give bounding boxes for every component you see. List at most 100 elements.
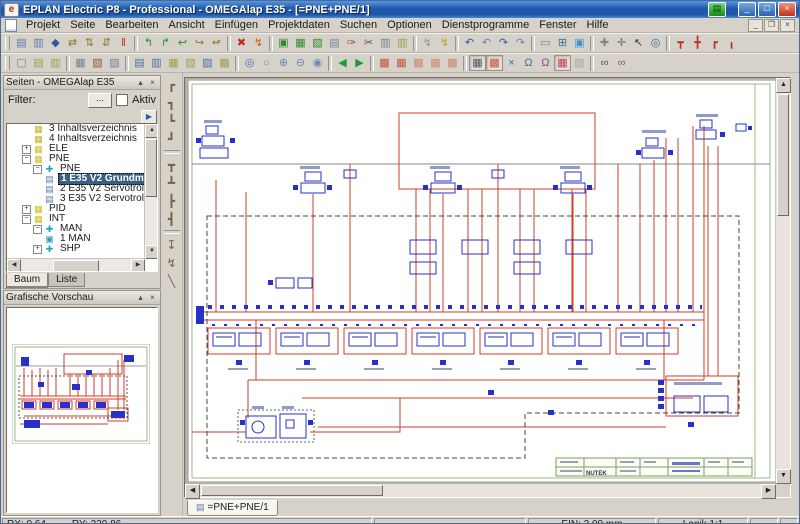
new-window-icon[interactable]: ▣ [275,35,292,51]
angle-snap-icon[interactable]: ◎ [647,35,664,51]
next-page-icon[interactable]: ↪ [191,35,208,51]
connection-stub-icon[interactable]: ╻ [723,35,740,51]
sheet-tab-active[interactable]: ▤ =PNE+PNE/1 [187,500,278,516]
close-icon[interactable]: × [147,78,158,88]
preview-panel-header[interactable]: Grafische Vorschau ▴ × [4,291,160,305]
coordinate-input-icon[interactable]: ✚ [596,35,613,51]
grid-size-1-icon[interactable]: ▩ [376,55,393,71]
jump-back-icon[interactable]: ↰ [140,35,157,51]
find-icon[interactable]: ∞ [596,55,613,71]
canvas-vertical-scrollbar[interactable]: ▲ ▼ [776,78,791,484]
apply-filter-button[interactable]: ▶ [141,110,157,124]
pin-icon[interactable]: ▴ [135,78,146,88]
menu-projektdaten[interactable]: Projektdaten [263,19,335,32]
t-node-up-icon[interactable]: ┻ [162,174,181,192]
insert-symbol-icon[interactable]: ▢ [13,55,30,71]
pages-panel-header[interactable]: Seiten - OMEGAlap E35 ▴ × [4,76,160,90]
menu-ansicht[interactable]: Ansicht [164,19,210,32]
toolbar-grip[interactable] [5,36,10,50]
edit-form-icon[interactable]: ▭ [537,35,554,51]
insert-form-icon[interactable]: ▨ [106,55,123,71]
corner-down-right-icon[interactable]: ┏ [162,76,181,94]
mdi-close-button[interactable]: × [780,18,795,32]
grid-display-icon[interactable]: ▦ [469,55,486,71]
grid-size-4-icon[interactable]: ▦ [427,55,444,71]
grid-inactive-icon[interactable]: ▨ [571,55,588,71]
goto-counterpart-icon[interactable]: ⇄ [64,35,81,51]
scroll-right-icon[interactable]: ▶ [761,484,776,499]
tree-vertical-scrollbar[interactable]: ▲ ▼ [144,124,157,259]
device-action-f-icon[interactable]: ▩ [216,55,233,71]
insert-page-macro-icon[interactable]: ▦ [72,55,89,71]
device-action-b-icon[interactable]: ▥ [148,55,165,71]
menu-bearbeiten[interactable]: Bearbeiten [100,19,163,32]
t-node-right-icon[interactable]: ┣ [162,192,181,210]
close-icon[interactable]: × [147,293,158,303]
potential-arrow-icon[interactable]: ↯ [162,254,181,272]
mdi-restore-button[interactable]: ❐ [764,18,779,32]
tree-horizontal-scrollbar[interactable]: ◀ ▶ [7,258,145,271]
collapse-icon[interactable]: − [22,214,31,224]
status-resize-grip[interactable] [780,518,798,523]
scroll-down-icon[interactable]: ▼ [145,245,157,259]
drawing-canvas[interactable]: NUTEK ▲ ▼ ◀ ▶ [184,77,791,499]
scroll-left-icon[interactable]: ◀ [185,484,200,499]
grid-size-3-icon[interactable]: ▩ [410,55,427,71]
print-quick-button[interactable]: ▤ [708,2,726,17]
copy-icon[interactable]: ▥ [377,35,394,51]
zoom-100-icon[interactable]: ○ [258,55,275,71]
t-node-left-icon[interactable]: ┫ [162,210,181,228]
canvas-hscroll-thumb[interactable] [201,485,383,496]
tree-item-3-e35-v2-servotrolley[interactable]: ▤3 E35 V2 Servotrolley [7,194,145,205]
menu-optionen[interactable]: Optionen [382,19,437,32]
schematic-page[interactable]: NUTEK [187,79,777,483]
goto-graphic-icon[interactable]: ↯ [250,35,267,51]
insert-window-macro-icon[interactable]: ▤ [30,55,47,71]
tab-baum[interactable]: Baum [6,273,49,288]
title-bar[interactable]: e EPLAN Electric P8 - Professional - OME… [1,1,799,18]
redo-icon[interactable]: ↷ [495,35,512,51]
page-preview-icon[interactable]: ▤ [13,35,30,51]
menu-fenster[interactable]: Fenster [534,19,581,32]
canvas-vscroll-thumb[interactable] [777,94,789,216]
snap-omega-icon[interactable]: Ω [520,55,537,71]
snap-x-icon[interactable]: × [503,55,520,71]
zoom-entire-page-icon[interactable]: ◉ [309,55,326,71]
snap-to-grid-icon[interactable]: ▩ [486,55,503,71]
update-connections-gray-icon[interactable]: ↯ [419,35,436,51]
tree-scroll-thumb[interactable] [145,139,157,197]
expand-icon[interactable]: + [22,144,31,154]
scroll-up-icon[interactable]: ▲ [145,124,157,138]
tile-windows-icon[interactable]: ▦ [292,35,309,51]
tab-liste[interactable]: Liste [48,273,86,287]
menu-projekt[interactable]: Projekt [21,19,65,32]
undo-icon[interactable]: ↶ [461,35,478,51]
zoom-window-icon[interactable]: ◎ [241,55,258,71]
device-action-c-icon[interactable]: ▦ [165,55,182,71]
navigate-forward-icon[interactable]: ▶ [351,55,368,71]
expand-icon[interactable]: + [33,244,42,254]
graphic-preview-toggle-icon[interactable]: ▣ [571,35,588,51]
print-icon[interactable]: ▤ [326,35,343,51]
scroll-up-icon[interactable]: ▲ [776,78,791,93]
menu-dienstprogramme[interactable]: Dienstprogramme [437,19,534,32]
undo-list-icon[interactable]: ↶ [478,35,495,51]
menu-einfügen[interactable]: Einfügen [210,19,263,32]
tree-item-ele[interactable]: + ▦ ELE [7,144,145,154]
zoom-out-icon[interactable]: ⊖ [292,55,309,71]
snap-omega-logic-icon[interactable]: Ω [537,55,554,71]
goto-page-icon[interactable]: ↫ [208,35,225,51]
cascade-windows-icon[interactable]: ▧ [309,35,326,51]
filter-active-checkbox[interactable] [116,94,129,106]
toolbar-grip[interactable] [5,56,10,70]
line-draw-icon[interactable]: ╲ [162,272,181,290]
expand-icon[interactable]: + [22,204,31,214]
edit-table-icon[interactable]: ⊞ [554,35,571,51]
navigate-back-icon[interactable]: ◀ [334,55,351,71]
grid-size-2-icon[interactable]: ▦ [393,55,410,71]
corner-up-left-icon[interactable]: ┛ [162,130,181,148]
jump-forward-icon[interactable]: ↱ [157,35,174,51]
scroll-right-icon[interactable]: ▶ [131,259,145,271]
redo-list-icon[interactable]: ↷ [512,35,529,51]
collapse-icon[interactable]: − [22,154,31,164]
